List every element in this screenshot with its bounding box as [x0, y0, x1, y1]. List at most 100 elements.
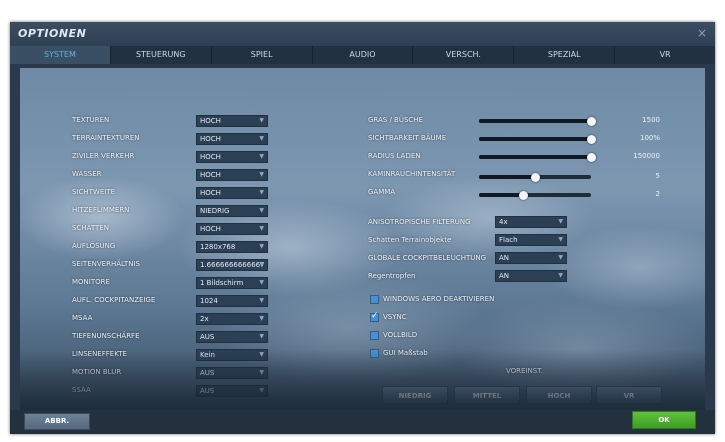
- gamma-slider-handle[interactable]: [519, 190, 529, 200]
- terrain-texture-value: HOCH: [200, 135, 221, 143]
- tree-visibility-slider-handle[interactable]: [586, 134, 596, 144]
- chevron-down-icon: ▼: [558, 272, 563, 279]
- ssaa-dropdown[interactable]: AUS ▼: [196, 385, 268, 397]
- heat-blur-dropdown[interactable]: NIEDRIG ▼: [196, 205, 268, 217]
- tab-bar: SYSTEM STEUERUNG SPIEL AUDIO VERSCH. SPE…: [10, 46, 715, 64]
- motion-blur-dropdown[interactable]: AUS ▼: [196, 367, 268, 379]
- lens-effects-dropdown[interactable]: Kein ▼: [196, 349, 268, 361]
- tree-visibility-slider-fill: [479, 137, 591, 141]
- load-radius-slider-fill: [479, 155, 591, 159]
- gamma-label: GAMMA: [368, 188, 396, 196]
- vsync-label: VSYNC: [383, 313, 407, 321]
- tab-vr[interactable]: VR: [615, 46, 715, 64]
- gamma-slider-fill: [479, 193, 524, 197]
- terrain-texture-label: TERRAINTEXTUREN: [72, 134, 140, 142]
- depth-of-field-dropdown[interactable]: AUS ▼: [196, 331, 268, 343]
- heat-blur-label: HITZEFLIMMERN: [72, 206, 130, 214]
- preset-high-button[interactable]: HOCH: [526, 386, 592, 404]
- terrain-object-shadows-label: Schatten Terrainobjekte: [368, 236, 452, 244]
- grass-slider[interactable]: [479, 116, 596, 126]
- view-distance-value: HOCH: [200, 189, 221, 197]
- civil-traffic-dropdown[interactable]: HOCH ▼: [196, 151, 268, 163]
- water-dropdown[interactable]: HOCH ▼: [196, 169, 268, 181]
- monitors-label: MONITORE: [72, 278, 110, 286]
- fullscreen-checkbox[interactable]: [370, 331, 379, 340]
- close-icon[interactable]: ×: [697, 26, 707, 40]
- chevron-down-icon: ▼: [259, 207, 264, 214]
- motion-blur-label: MOTION BLUR: [72, 368, 122, 376]
- gui-scale-checkbox[interactable]: [370, 349, 379, 358]
- tab-versch[interactable]: VERSCH.: [413, 46, 515, 64]
- texture-value: HOCH: [200, 117, 221, 125]
- load-radius-slider[interactable]: [479, 152, 596, 162]
- terrain-texture-dropdown[interactable]: HOCH ▼: [196, 133, 268, 145]
- tree-visibility-slider[interactable]: [479, 134, 596, 144]
- view-distance-dropdown[interactable]: HOCH ▼: [196, 187, 268, 199]
- chevron-down-icon: ▼: [259, 261, 264, 268]
- chevron-down-icon: ▼: [259, 135, 264, 142]
- cockpit-display-resolution-dropdown[interactable]: 1024 ▼: [196, 295, 268, 307]
- chevron-down-icon: ▼: [259, 117, 264, 124]
- title-bar: OPTIONEN ×: [10, 22, 715, 46]
- cancel-button[interactable]: ABBR.: [24, 413, 90, 430]
- chimney-smoke-slider-handle[interactable]: [530, 172, 540, 182]
- grass-value: 1500: [642, 116, 660, 124]
- aero-disable-checkbox[interactable]: [370, 295, 379, 304]
- preset-vr-button[interactable]: VR: [596, 386, 662, 404]
- tree-visibility-label: SICHTBARKEIT BÄUME: [368, 134, 447, 142]
- chevron-down-icon: ▼: [259, 279, 264, 286]
- preset-medium-button[interactable]: MITTEL: [454, 386, 520, 404]
- depth-of-field-label: TIEFENUNSCHÄRFE: [72, 332, 140, 340]
- anisotropic-filtering-dropdown[interactable]: 4x ▼: [495, 216, 567, 228]
- depth-of-field-value: AUS: [200, 333, 215, 341]
- view-distance-label: SICHTWEITE: [72, 188, 116, 196]
- lens-effects-value: Kein: [200, 351, 215, 359]
- grass-label: GRAS / BÜSCHE: [368, 116, 423, 124]
- ok-button[interactable]: OK: [632, 411, 696, 429]
- chevron-down-icon: ▼: [259, 315, 264, 322]
- presets-title: VOREINST.: [506, 367, 543, 375]
- load-radius-slider-handle[interactable]: [586, 152, 596, 162]
- tab-audio[interactable]: AUDIO: [312, 46, 414, 64]
- raindrops-label: Regentropfen: [368, 272, 416, 280]
- chimney-smoke-label: KAMINRAUCHINTENSITÄT: [368, 170, 456, 178]
- chimney-smoke-slider[interactable]: [479, 172, 591, 182]
- texture-dropdown[interactable]: HOCH ▼: [196, 115, 268, 127]
- aspect-ratio-value: 1.6666666666667: [200, 261, 265, 269]
- gamma-value: 2: [655, 190, 660, 198]
- ssaa-label: SSAA: [72, 386, 91, 394]
- grass-slider-handle[interactable]: [586, 116, 596, 126]
- tab-spezial[interactable]: SPEZIAL: [514, 46, 616, 64]
- aspect-ratio-dropdown[interactable]: 1.6666666666667 ▼: [196, 259, 268, 271]
- chevron-down-icon: ▼: [259, 387, 264, 394]
- civil-traffic-value: HOCH: [200, 153, 221, 161]
- civil-traffic-label: ZIVILER VERKEHR: [72, 152, 135, 160]
- chimney-smoke-value: 5: [655, 172, 660, 180]
- global-cockpit-lighting-dropdown[interactable]: AN ▼: [495, 252, 567, 264]
- chevron-down-icon: ▼: [259, 333, 264, 340]
- tab-system[interactable]: SYSTEM: [10, 46, 111, 64]
- global-cockpit-lighting-value: AN: [499, 254, 510, 262]
- vsync-checkbox[interactable]: [370, 311, 379, 322]
- preset-low-button[interactable]: NIEDRIG: [382, 386, 448, 404]
- load-radius-label: RADIUS LADEN: [368, 152, 421, 160]
- chimney-smoke-slider-fill: [479, 175, 535, 179]
- tab-spiel[interactable]: SPIEL: [211, 46, 313, 64]
- tab-steuerung[interactable]: STEUERUNG: [110, 46, 212, 64]
- shadows-label: SCHATTEN: [72, 224, 109, 232]
- terrain-object-shadows-dropdown[interactable]: Flach ▼: [495, 234, 567, 246]
- water-label: WASSER: [72, 170, 102, 178]
- aspect-ratio-label: SEITENVERHÄLTNIS: [72, 260, 140, 268]
- footer-bar: [10, 410, 715, 434]
- motion-blur-value: AUS: [200, 369, 215, 377]
- resolution-dropdown[interactable]: 1280x768 ▼: [196, 241, 268, 253]
- gamma-slider[interactable]: [479, 190, 591, 200]
- terrain-object-shadows-value: Flach: [499, 236, 518, 244]
- ssaa-value: AUS: [200, 387, 215, 395]
- cockpit-display-resolution-value: 1024: [200, 297, 218, 305]
- msaa-dropdown[interactable]: 2x ▼: [196, 313, 268, 325]
- shadows-dropdown[interactable]: HOCH ▼: [196, 223, 268, 235]
- monitors-dropdown[interactable]: 1 Bildschirm ▼: [196, 277, 268, 289]
- texture-label: TEXTUREN: [72, 116, 110, 124]
- raindrops-dropdown[interactable]: AN ▼: [495, 270, 567, 282]
